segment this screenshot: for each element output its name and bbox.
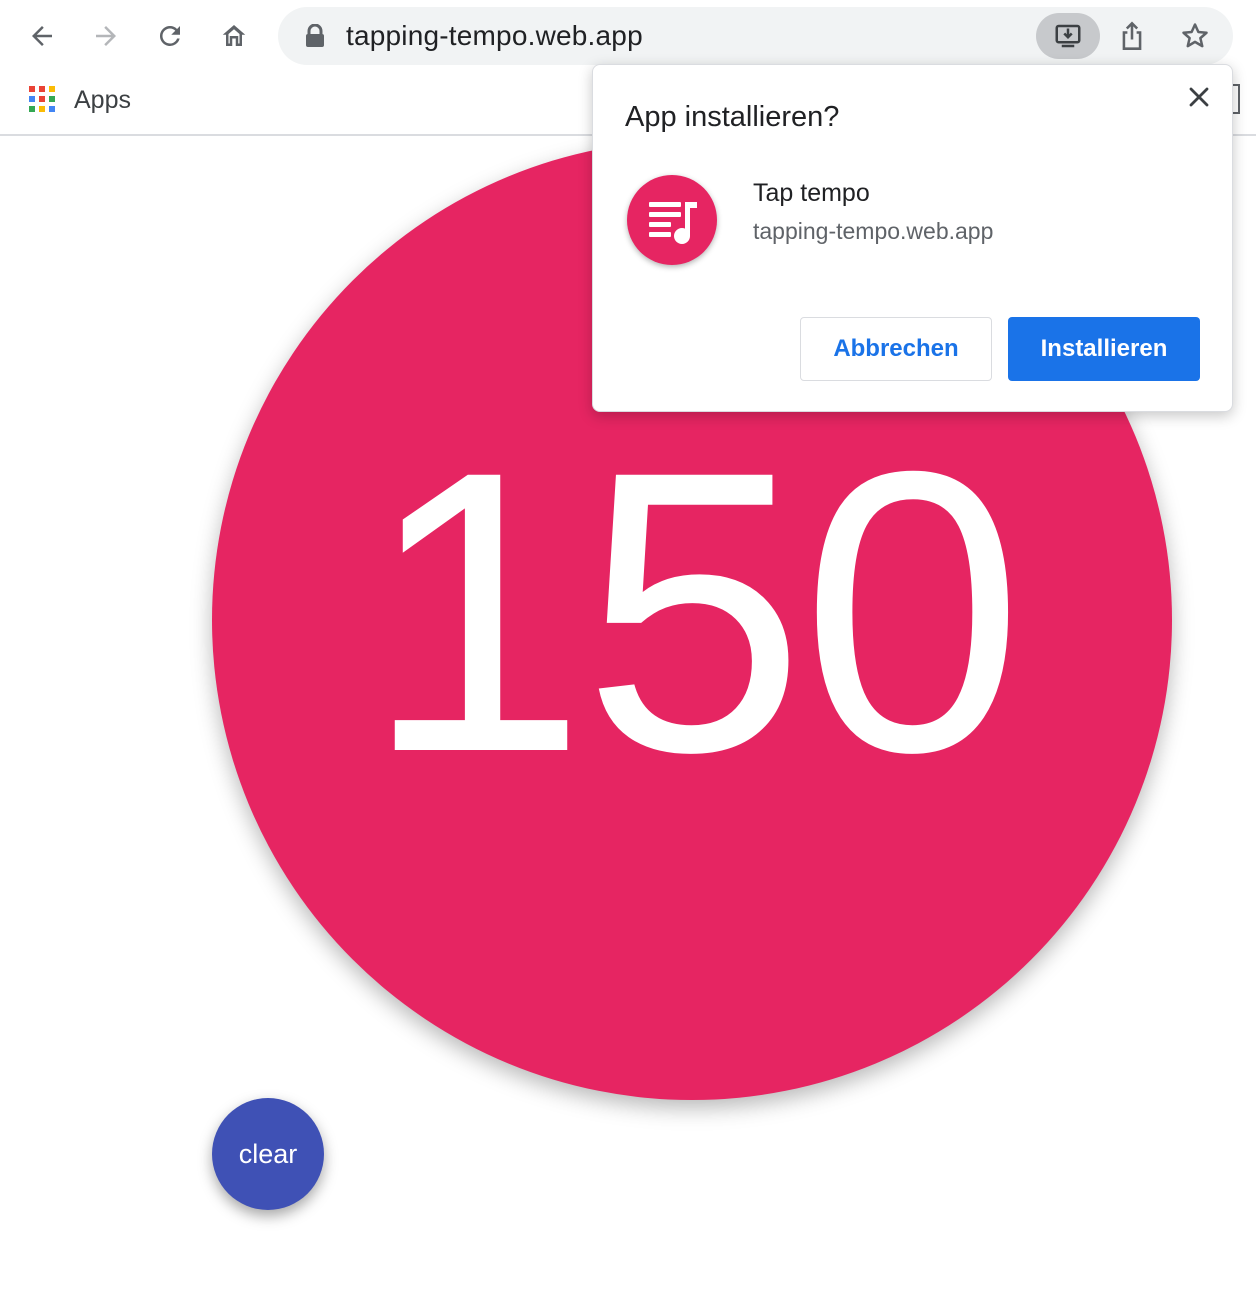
- dialog-close-button[interactable]: [1183, 81, 1215, 113]
- install-button[interactable]: Installieren: [1008, 317, 1200, 381]
- share-button[interactable]: [1113, 17, 1151, 55]
- home-icon: [222, 25, 246, 46]
- url-text[interactable]: tapping-tempo.web.app: [346, 20, 643, 52]
- app-icon: [627, 175, 717, 265]
- reload-icon: [159, 25, 180, 46]
- bpm-value: 150: [364, 388, 1023, 835]
- install-app-button[interactable]: [1036, 13, 1100, 59]
- apps-bookmark-label[interactable]: Apps: [74, 86, 131, 115]
- home-button[interactable]: [212, 14, 256, 58]
- bookmark-star-icon: [1182, 23, 1208, 48]
- cancel-button[interactable]: Abbrechen: [800, 317, 992, 381]
- close-icon: [1189, 87, 1209, 107]
- share-icon: [1122, 21, 1142, 50]
- forward-button[interactable]: [84, 14, 128, 58]
- music-playlist-icon: [649, 202, 697, 244]
- app-name: Tap tempo: [753, 179, 870, 207]
- address-bar[interactable]: tapping-tempo.web.app: [278, 7, 1233, 65]
- install-app-icon: [1055, 24, 1081, 48]
- reload-button[interactable]: [148, 14, 192, 58]
- browser-toolbar: tapping-tempo.web.app: [0, 0, 1256, 72]
- apps-grid-icon[interactable]: [29, 86, 55, 112]
- install-app-dialog: App installieren? Tap tempo tapping-temp…: [592, 64, 1233, 412]
- forward-icon: [96, 26, 116, 46]
- app-origin: tapping-tempo.web.app: [753, 218, 994, 244]
- clear-button[interactable]: clear: [212, 1098, 324, 1210]
- dialog-title: App installieren?: [625, 101, 840, 133]
- bookmark-star-button[interactable]: [1176, 17, 1214, 55]
- back-icon: [32, 26, 52, 46]
- lock-icon: [306, 24, 324, 47]
- back-button[interactable]: [20, 14, 64, 58]
